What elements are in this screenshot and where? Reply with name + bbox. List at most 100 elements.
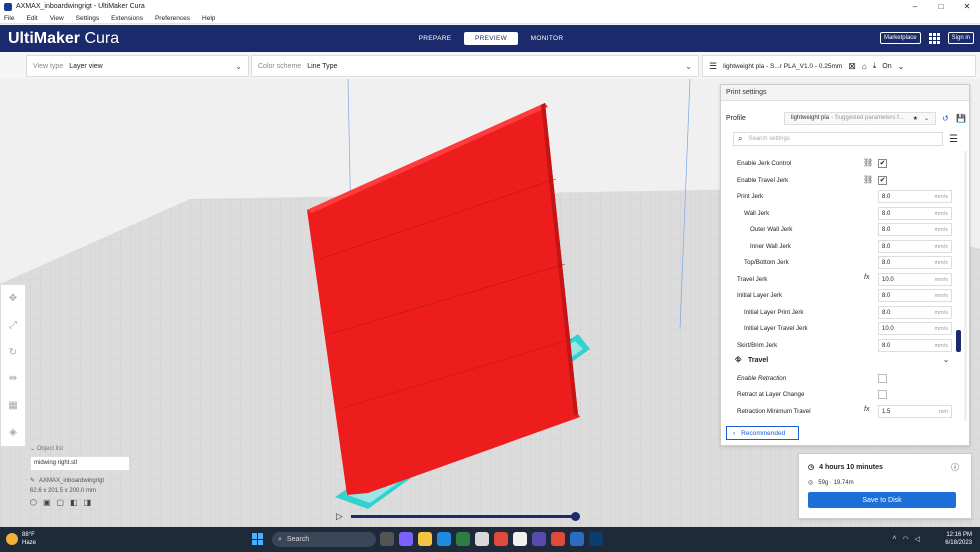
wifi-icon[interactable]: ◠ xyxy=(903,535,909,543)
setting-row: Retraction Minimum Travel fx 1.5 mm xyxy=(721,404,971,419)
move-tool-icon[interactable]: ✥ xyxy=(9,293,17,304)
scale-tool-icon[interactable]: ⤢ xyxy=(9,320,17,331)
setting-input[interactable]: 8.0 mm/s xyxy=(878,338,952,352)
taskbar-search[interactable]: ⌕ Search xyxy=(272,532,376,547)
right-view-icon[interactable]: ◨ xyxy=(84,498,92,507)
maximize-button[interactable]: □ xyxy=(928,2,954,11)
opera-icon[interactable] xyxy=(551,532,565,546)
chevron-up-icon[interactable]: ˄ xyxy=(892,535,896,543)
setting-value: 8.0 xyxy=(882,194,891,200)
setting-input[interactable]: 8.0 mm/s xyxy=(878,206,952,220)
setting-input[interactable]: 8.0 mm/s xyxy=(878,239,952,253)
3d-view-icon[interactable]: ⬡ xyxy=(30,498,37,507)
revit-icon[interactable] xyxy=(475,532,489,546)
weather-temperature: 88°F xyxy=(22,532,35,538)
slider-track[interactable] xyxy=(350,511,580,521)
setting-input[interactable]: 8.0 mm/s xyxy=(878,190,952,203)
profile-select[interactable]: lightweight pla - Suggested parameters f… xyxy=(784,111,936,125)
tab-prepare[interactable]: PREPARE xyxy=(410,32,460,45)
per-model-settings-icon[interactable]: ▦ xyxy=(8,400,17,411)
marketplace-button[interactable]: Marketplace xyxy=(879,32,921,44)
star-icon[interactable]: ★ xyxy=(913,115,918,122)
info-icon[interactable]: ⓘ xyxy=(951,462,959,473)
left-view-icon[interactable]: ◧ xyxy=(70,498,78,507)
rotate-tool-icon[interactable]: ↻ xyxy=(9,347,17,358)
sign-in-button[interactable]: Sign in xyxy=(947,32,974,44)
windows-start-icon[interactable] xyxy=(252,533,264,545)
function-icon[interactable]: fx xyxy=(864,274,869,281)
play-icon[interactable]: ▷ xyxy=(336,511,343,522)
recommended-label: Recommended xyxy=(741,429,786,437)
photoshop-icon[interactable] xyxy=(589,532,603,546)
setting-name: Initial Layer Print Jerk xyxy=(744,308,804,316)
setting-checkbox[interactable] xyxy=(878,390,887,399)
setting-unit: mm/s xyxy=(934,260,948,266)
setting-value: 8.0 xyxy=(882,293,891,299)
setting-input[interactable]: 1.5 mm xyxy=(878,404,952,418)
menu-settings[interactable]: Settings xyxy=(76,15,100,22)
store-icon[interactable] xyxy=(456,532,470,546)
print-settings-panel: Print settings Profile lightweight pla -… xyxy=(720,84,970,446)
reset-icon[interactable]: ↺ xyxy=(942,114,949,123)
slider-handle[interactable] xyxy=(571,511,580,521)
file-explorer-icon[interactable] xyxy=(418,532,432,546)
sun-icon xyxy=(6,533,18,545)
object-name-field[interactable]: midwing right.stl xyxy=(30,456,130,471)
setting-row: Top/Bottom Jerk 8.0 mm/s xyxy=(721,256,971,270)
app-icon[interactable] xyxy=(532,532,546,546)
cura-taskbar-icon[interactable] xyxy=(570,532,584,546)
right-scroll-handle[interactable] xyxy=(956,330,961,352)
setting-input[interactable]: 8.0 mm/s xyxy=(878,256,952,269)
task-view-icon[interactable] xyxy=(380,532,394,546)
weather-widget[interactable]: 88°F Haze xyxy=(6,531,36,547)
menu-view[interactable]: View xyxy=(50,15,64,22)
menu-help[interactable]: Help xyxy=(202,15,215,22)
color-scheme-select[interactable]: Color scheme Line Type ⌄ xyxy=(251,55,699,77)
settings-scrollbar[interactable] xyxy=(964,151,967,421)
link-icon[interactable]: ⛓ xyxy=(863,158,873,167)
setting-row: Enable Retraction xyxy=(721,372,971,386)
setting-checkbox[interactable]: ✔ xyxy=(878,175,887,185)
apps-grid-icon[interactable] xyxy=(928,32,940,44)
mirror-tool-icon[interactable]: ⇹ xyxy=(9,373,17,384)
menu-preferences[interactable]: Preferences xyxy=(155,15,190,22)
tab-monitor[interactable]: MONITOR xyxy=(522,32,572,45)
setting-input[interactable]: 8.0 mm/s xyxy=(878,289,952,302)
menu-extensions[interactable]: Extensions xyxy=(111,15,143,22)
close-button[interactable]: ✕ xyxy=(954,2,980,11)
color-scheme-value: Line Type xyxy=(307,62,338,70)
chrome-icon[interactable] xyxy=(513,532,527,546)
function-icon[interactable]: fx xyxy=(864,406,869,413)
support-blocker-icon[interactable]: ◈ xyxy=(9,427,17,438)
view-type-select[interactable]: View type Layer view ⌄ xyxy=(26,55,249,77)
menu-edit[interactable]: Edit xyxy=(26,15,37,22)
recommended-button[interactable]: ‹ Recommended xyxy=(726,426,799,440)
office-icon[interactable] xyxy=(494,532,508,546)
setting-input[interactable]: 8.0 mm/s xyxy=(878,305,952,319)
pencil-icon[interactable]: ✎ xyxy=(30,477,35,484)
taskbar-clock[interactable]: 12:16 PM 6/18/2023 xyxy=(945,531,972,547)
settings-menu-icon[interactable]: ☰ xyxy=(949,134,958,145)
link-icon[interactable]: ⛓ xyxy=(863,175,873,184)
save-profile-icon[interactable]: 💾 xyxy=(956,114,966,123)
setting-checkbox[interactable] xyxy=(878,373,887,383)
chevron-down-icon: ⌄ xyxy=(923,115,929,122)
setting-value: 8.0 xyxy=(882,309,891,316)
setting-input[interactable]: 10.0 mm/s xyxy=(878,322,952,335)
setting-input[interactable]: 8.0 mm/s xyxy=(878,223,952,236)
minimize-button[interactable]: – xyxy=(902,2,928,11)
save-to-disk-button[interactable]: Save to Disk xyxy=(808,492,956,508)
settings-search-input[interactable]: ⌕ Search settings xyxy=(733,132,943,146)
front-view-icon[interactable]: ▣ xyxy=(43,498,51,507)
menu-file[interactable]: File xyxy=(4,15,14,22)
travel-category-header[interactable]: ⛗ Travel ⌄ xyxy=(721,354,971,368)
object-list-header[interactable]: ⌄ Object list xyxy=(30,445,140,452)
print-setup-selector[interactable]: ☰ lightweight pla - S...r PLA_V1.0 - 0.2… xyxy=(702,55,976,77)
top-view-icon[interactable]: ▢ xyxy=(57,498,65,507)
teams-icon[interactable] xyxy=(399,532,413,546)
volume-icon[interactable]: ◁ xyxy=(915,535,920,543)
tab-preview[interactable]: PREVIEW xyxy=(464,32,518,45)
setting-input[interactable]: 10.0 mm/s xyxy=(878,272,952,286)
setting-checkbox[interactable]: ✔ xyxy=(878,159,887,168)
edge-icon[interactable] xyxy=(437,532,451,546)
